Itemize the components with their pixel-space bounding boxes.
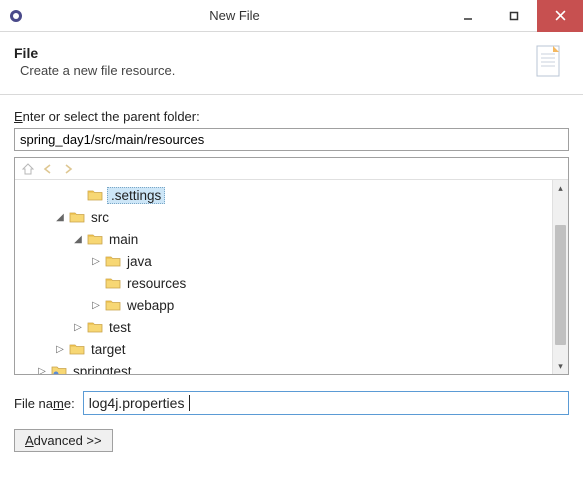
window-controls [445, 0, 583, 32]
chevron-right-icon[interactable]: ▷ [89, 254, 103, 268]
chevron-right-icon[interactable]: ▷ [53, 342, 67, 356]
filename-label: File name: [14, 396, 75, 411]
tree-item-label: resources [125, 276, 188, 291]
tree-item-label: target [89, 342, 128, 357]
folder-tree-panel: ▷.settings◢src◢main▷java▷resources▷webap… [14, 157, 569, 375]
folder-icon [69, 342, 85, 356]
window-title: New File [24, 8, 445, 23]
folder-icon [105, 254, 121, 268]
advanced-button[interactable]: Advanced >> [14, 429, 113, 452]
filename-input[interactable]: log4j.properties [83, 391, 569, 415]
chevron-down-icon[interactable]: ◢ [71, 232, 85, 246]
tree-item[interactable]: ◢ main [17, 228, 566, 250]
folder-icon [105, 276, 121, 290]
folder-icon [87, 232, 103, 246]
tree-scrollbar[interactable]: ▴ ▾ [552, 180, 568, 374]
folder-icon [69, 210, 85, 224]
dialog-header: File Create a new file resource. [0, 32, 583, 95]
tree-toolbar [15, 158, 568, 180]
tree-item[interactable]: ▷ test [17, 316, 566, 338]
page-description: Create a new file resource. [14, 63, 527, 78]
tree-item-label: springtest [71, 364, 134, 375]
parent-folder-label: Enter or select the parent folder: [14, 109, 569, 124]
minimize-button[interactable] [445, 0, 491, 32]
tree-item[interactable]: ▷ springtest [17, 360, 566, 374]
parent-folder-input[interactable] [14, 128, 569, 151]
tree-item-label: .settings [107, 187, 165, 204]
folder-icon [87, 320, 103, 334]
file-wizard-icon [527, 40, 569, 82]
chevron-right-icon[interactable]: ▷ [35, 364, 49, 374]
close-button[interactable] [537, 0, 583, 32]
scroll-up-icon[interactable]: ▴ [553, 180, 568, 196]
tree-item[interactable]: ▷.settings [17, 184, 566, 206]
dialog-content: Enter or select the parent folder: ▷.set… [0, 95, 583, 466]
tree-item[interactable]: ▷ webapp [17, 294, 566, 316]
page-title: File [14, 45, 527, 61]
scroll-thumb[interactable] [555, 225, 566, 345]
home-icon[interactable] [21, 162, 35, 176]
forward-icon[interactable] [61, 162, 75, 176]
tree-item-label: main [107, 232, 140, 247]
scroll-down-icon[interactable]: ▾ [553, 358, 568, 374]
tree-item-label: webapp [125, 298, 176, 313]
chevron-down-icon[interactable]: ◢ [53, 210, 67, 224]
tree-item[interactable]: ▷resources [17, 272, 566, 294]
folder-icon [105, 298, 121, 312]
tree-item[interactable]: ▷ target [17, 338, 566, 360]
chevron-right-icon[interactable]: ▷ [89, 298, 103, 312]
titlebar: New File [0, 0, 583, 32]
tree-item-label: java [125, 254, 154, 269]
folder-tree[interactable]: ▷.settings◢src◢main▷java▷resources▷webap… [15, 180, 568, 374]
tree-item[interactable]: ◢ src [17, 206, 566, 228]
tree-item[interactable]: ▷ java [17, 250, 566, 272]
maximize-button[interactable] [491, 0, 537, 32]
project-icon [51, 364, 67, 374]
back-icon[interactable] [41, 162, 55, 176]
tree-item-label: test [107, 320, 133, 335]
tree-item-label: src [89, 210, 111, 225]
folder-icon [87, 188, 103, 202]
chevron-right-icon[interactable]: ▷ [71, 320, 85, 334]
app-icon [8, 8, 24, 24]
